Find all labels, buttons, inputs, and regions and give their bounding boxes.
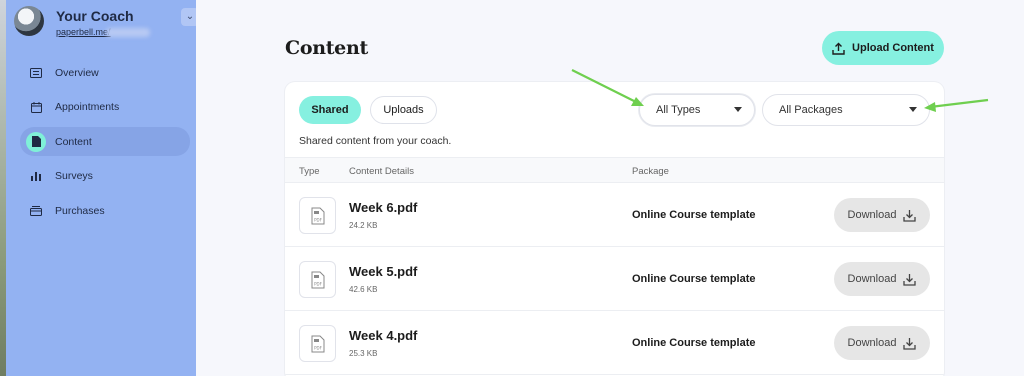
type-filter-value: All Types: [656, 104, 701, 116]
sidebar-item-appointments[interactable]: Appointments: [20, 93, 190, 122]
sidebar-item-label: Content: [55, 135, 92, 148]
download-button[interactable]: Download: [834, 198, 930, 232]
download-label: Download: [847, 273, 897, 285]
file-size: 25.3 KB: [349, 349, 378, 358]
upload-content-button[interactable]: Upload Content: [822, 31, 944, 65]
package-filter-value: All Packages: [779, 104, 843, 116]
table-row: PDF Week 4.pdf 25.3 KB Online Course tem…: [285, 311, 944, 375]
coach-url-link[interactable]: paperbell.me/: [56, 27, 111, 37]
download-icon: [903, 273, 917, 286]
pdf-file-icon: PDF: [299, 261, 336, 298]
tab-shared[interactable]: Shared: [299, 96, 361, 124]
list-icon: [26, 63, 46, 83]
avatar[interactable]: [14, 6, 44, 36]
pdf-file-icon: PDF: [299, 325, 336, 362]
file-name[interactable]: Week 4.pdf: [349, 328, 417, 343]
sidebar-item-label: Purchases: [55, 204, 105, 217]
table-header: Type Content Details Package: [285, 157, 944, 183]
brand-header: Your Coach paperbell.me/ ⌄: [14, 6, 199, 42]
package-name: Online Course template: [632, 273, 756, 285]
column-header-content-details: Content Details: [349, 166, 414, 177]
type-filter-select[interactable]: All Types: [639, 94, 755, 126]
column-header-type: Type: [299, 166, 320, 177]
sidebar-nav: Overview Appointments Content Surveys Pu…: [20, 58, 190, 231]
document-icon: [26, 131, 46, 152]
file-name[interactable]: Week 6.pdf: [349, 200, 417, 215]
download-icon: [903, 337, 917, 350]
table-row: PDF Week 6.pdf 24.2 KB Online Course tem…: [285, 183, 944, 247]
package-filter-select[interactable]: All Packages: [762, 94, 930, 126]
download-button[interactable]: Download: [834, 326, 930, 360]
sidebar-item-overview[interactable]: Overview: [20, 58, 190, 87]
pdf-file-icon: PDF: [299, 197, 336, 234]
upload-icon: [832, 42, 845, 55]
download-label: Download: [847, 337, 897, 349]
svg-text:PDF: PDF: [314, 281, 322, 286]
download-button[interactable]: Download: [834, 262, 930, 296]
calendar-icon: [26, 97, 46, 117]
column-header-package: Package: [632, 166, 669, 177]
redacted-url: [106, 28, 150, 37]
download-label: Download: [847, 209, 897, 221]
sidebar-item-label: Overview: [55, 66, 99, 79]
bar-chart-icon: [26, 166, 46, 186]
file-name[interactable]: Week 5.pdf: [349, 264, 417, 279]
svg-text:PDF: PDF: [314, 217, 322, 222]
sidebar-item-purchases[interactable]: Purchases: [20, 196, 190, 225]
file-size: 42.6 KB: [349, 285, 378, 294]
sidebar-item-label: Appointments: [55, 101, 120, 113]
table-row: PDF Week 5.pdf 42.6 KB Online Course tem…: [285, 247, 944, 311]
coach-name: Your Coach: [56, 8, 134, 24]
wallet-icon: [26, 201, 46, 221]
sidebar-item-surveys[interactable]: Surveys: [20, 162, 190, 191]
upload-content-label: Upload Content: [852, 42, 934, 54]
sidebar-item-content[interactable]: Content: [20, 127, 190, 156]
sidebar: Your Coach paperbell.me/ ⌄ Overview Appo…: [6, 0, 199, 376]
file-size: 24.2 KB: [349, 221, 378, 230]
content-card: Shared Uploads All Types All Packages Sh…: [285, 82, 944, 376]
caret-down-icon: [734, 107, 742, 112]
svg-text:PDF: PDF: [314, 345, 322, 350]
tab-uploads[interactable]: Uploads: [370, 96, 437, 124]
main-content: Content Upload Content Shared Uploads Al…: [196, 0, 1024, 376]
caret-down-icon: [909, 107, 917, 112]
package-name: Online Course template: [632, 209, 756, 221]
content-subtitle: Shared content from your coach.: [299, 135, 452, 147]
page-title: Content: [285, 37, 368, 59]
package-name: Online Course template: [632, 337, 756, 349]
download-icon: [903, 209, 917, 222]
sidebar-item-label: Surveys: [55, 170, 93, 182]
